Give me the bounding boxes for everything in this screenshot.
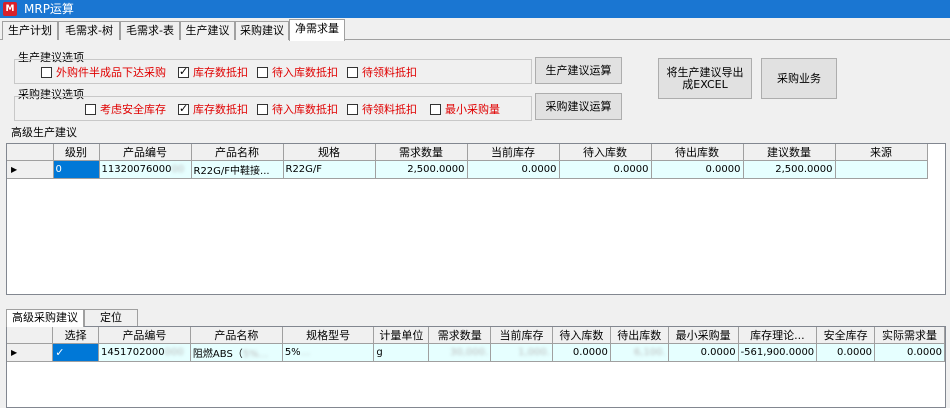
cell-incoming[interactable]: 0.0000 <box>552 343 611 362</box>
cell-product-code[interactable]: 1451702000000 <box>98 343 191 362</box>
cell-product-name[interactable]: 阻燃ABS（5%... <box>190 343 283 362</box>
table-row[interactable]: ▶ ✓ 1451702000000 阻燃ABS（5%... 5%... g 30… <box>7 343 945 362</box>
production-grid-header: 级别 产品编号 产品名称 规格 需求数量 当前库存 待入库数 待出库数 建议数量… <box>7 144 928 161</box>
production-grid[interactable]: 级别 产品编号 产品名称 规格 需求数量 当前库存 待入库数 待出库数 建议数量… <box>6 143 946 295</box>
col-header[interactable]: 需求数量 <box>428 327 492 344</box>
checkbox-prod-stock-deduct[interactable] <box>178 65 189 78</box>
cell-level[interactable]: 0 <box>53 160 100 179</box>
cell-demand[interactable]: 2,500.0000 <box>375 160 468 179</box>
label-outsourced-purchase: 外购件半成品下达采购 <box>56 66 166 79</box>
cell-spec[interactable]: 5%... <box>282 343 375 362</box>
main-tabs: 生产计划 毛需求-树 毛需求-表 生产建议 采购建议 净需求量 <box>0 19 950 41</box>
tab-purchase-suggestion[interactable]: 采购建议 <box>235 21 289 40</box>
cell-actual-demand[interactable]: 0.0000 <box>874 343 945 362</box>
purchase-calc-button[interactable]: 采购建议运算 <box>535 93 622 120</box>
window-title: MRP运算 <box>24 2 74 16</box>
col-header[interactable]: 最小采购量 <box>668 327 739 344</box>
tab-locate[interactable]: 定位 <box>84 309 138 327</box>
col-header[interactable]: 计量单位 <box>373 327 430 344</box>
col-header[interactable]: 级别 <box>53 144 100 161</box>
col-header[interactable]: 当前库存 <box>490 327 553 344</box>
production-grid-title: 高级生产建议 <box>11 126 77 139</box>
checkbox-pur-stock-deduct[interactable] <box>178 102 189 115</box>
checkbox-pur-pending-issue-deduct[interactable] <box>347 104 358 115</box>
purchase-business-button[interactable]: 采购业务 <box>761 58 837 99</box>
app-logo-icon: M <box>3 2 17 16</box>
col-header[interactable]: 产品名称 <box>191 144 284 161</box>
col-header[interactable]: 待出库数 <box>610 327 669 344</box>
cell-outgoing[interactable]: 6,100. <box>610 343 669 362</box>
purchase-grid[interactable]: 选择 产品编号 产品名称 规格型号 计量单位 需求数量 当前库存 待入库数 待出… <box>6 326 946 408</box>
col-header[interactable]: 产品编号 <box>99 144 192 161</box>
col-header[interactable]: 建议数量 <box>743 144 836 161</box>
col-header[interactable]: 规格 <box>283 144 376 161</box>
col-header[interactable]: 待入库数 <box>559 144 652 161</box>
col-header[interactable]: 规格型号 <box>282 327 375 344</box>
cell-suggested[interactable]: 2,500.0000 <box>743 160 836 179</box>
label-pur-pending-issue-deduct: 待领料抵扣 <box>362 103 417 116</box>
table-row[interactable]: ▶ 0 1132007600000 R22G/F中鞋接... R22G/F 2,… <box>7 160 928 179</box>
col-header[interactable]: 产品名称 <box>190 327 283 344</box>
cell-theory-stock[interactable]: -561,900.0000 <box>738 343 818 362</box>
tab-production-suggestion[interactable]: 生产建议 <box>180 21 235 40</box>
col-header[interactable]: 选择 <box>52 327 99 344</box>
label-min-purchase: 最小采购量 <box>445 103 500 116</box>
label-prod-incoming-deduct: 待入库数抵扣 <box>272 66 338 79</box>
export-excel-button[interactable]: 将生产建议导出成EXCEL <box>658 58 752 99</box>
col-header[interactable]: 实际需求量 <box>874 327 945 344</box>
label-pur-stock-deduct: 库存数抵扣 <box>193 103 248 116</box>
label-prod-pending-issue-deduct: 待领料抵扣 <box>362 66 417 79</box>
tab-net-demand[interactable]: 净需求量 <box>289 19 345 41</box>
title-bar: M MRP运算 <box>0 0 950 18</box>
cell-select-checkmark[interactable]: ✓ <box>52 343 99 362</box>
cell-demand[interactable]: 30,000. <box>428 343 492 362</box>
row-header-corner <box>7 144 54 161</box>
col-header[interactable]: 安全库存 <box>816 327 876 344</box>
row-header-corner <box>7 327 54 344</box>
checkbox-prod-pending-issue-deduct[interactable] <box>347 67 358 78</box>
production-calc-button[interactable]: 生产建议运算 <box>535 57 622 84</box>
purchase-grid-header: 选择 产品编号 产品名称 规格型号 计量单位 需求数量 当前库存 待入库数 待出… <box>7 327 945 344</box>
row-selector-icon[interactable]: ▶ <box>7 160 54 179</box>
checkbox-safety-stock[interactable] <box>85 104 96 115</box>
label-prod-stock-deduct: 库存数抵扣 <box>193 66 248 79</box>
cell-stock[interactable]: 1,000. <box>490 343 553 362</box>
tab-gross-demand-tree[interactable]: 毛需求-树 <box>58 21 120 40</box>
col-header[interactable]: 当前库存 <box>467 144 560 161</box>
col-header[interactable]: 待出库数 <box>651 144 744 161</box>
label-pur-incoming-deduct: 待入库数抵扣 <box>272 103 338 116</box>
cell-safety-stock[interactable]: 0.0000 <box>816 343 876 362</box>
checkbox-prod-incoming-deduct[interactable] <box>257 67 268 78</box>
cell-product-name[interactable]: R22G/F中鞋接... <box>191 160 284 179</box>
checkbox-outsourced-purchase[interactable] <box>41 67 52 78</box>
col-header[interactable]: 库存理论... <box>738 327 818 344</box>
label-safety-stock: 考虑安全库存 <box>100 103 166 116</box>
cell-source[interactable] <box>835 160 928 179</box>
checkbox-min-purchase[interactable] <box>430 104 441 115</box>
col-header[interactable]: 来源 <box>835 144 928 161</box>
cell-spec[interactable]: R22G/F <box>283 160 376 179</box>
tab-production-plan[interactable]: 生产计划 <box>2 21 58 40</box>
tab-gross-demand-table[interactable]: 毛需求-表 <box>120 21 180 40</box>
col-header[interactable]: 需求数量 <box>375 144 468 161</box>
cell-stock[interactable]: 0.0000 <box>467 160 560 179</box>
cell-min-purchase[interactable]: 0.0000 <box>668 343 739 362</box>
cell-unit[interactable]: g <box>373 343 430 362</box>
tab-advanced-purchase[interactable]: 高级采购建议 <box>6 309 84 327</box>
cell-product-code[interactable]: 1132007600000 <box>99 160 192 179</box>
col-header[interactable]: 产品编号 <box>98 327 191 344</box>
row-selector-icon[interactable]: ▶ <box>7 343 54 362</box>
col-header[interactable]: 待入库数 <box>552 327 611 344</box>
cell-outgoing[interactable]: 0.0000 <box>651 160 744 179</box>
checkbox-pur-incoming-deduct[interactable] <box>257 104 268 115</box>
cell-incoming[interactable]: 0.0000 <box>559 160 652 179</box>
